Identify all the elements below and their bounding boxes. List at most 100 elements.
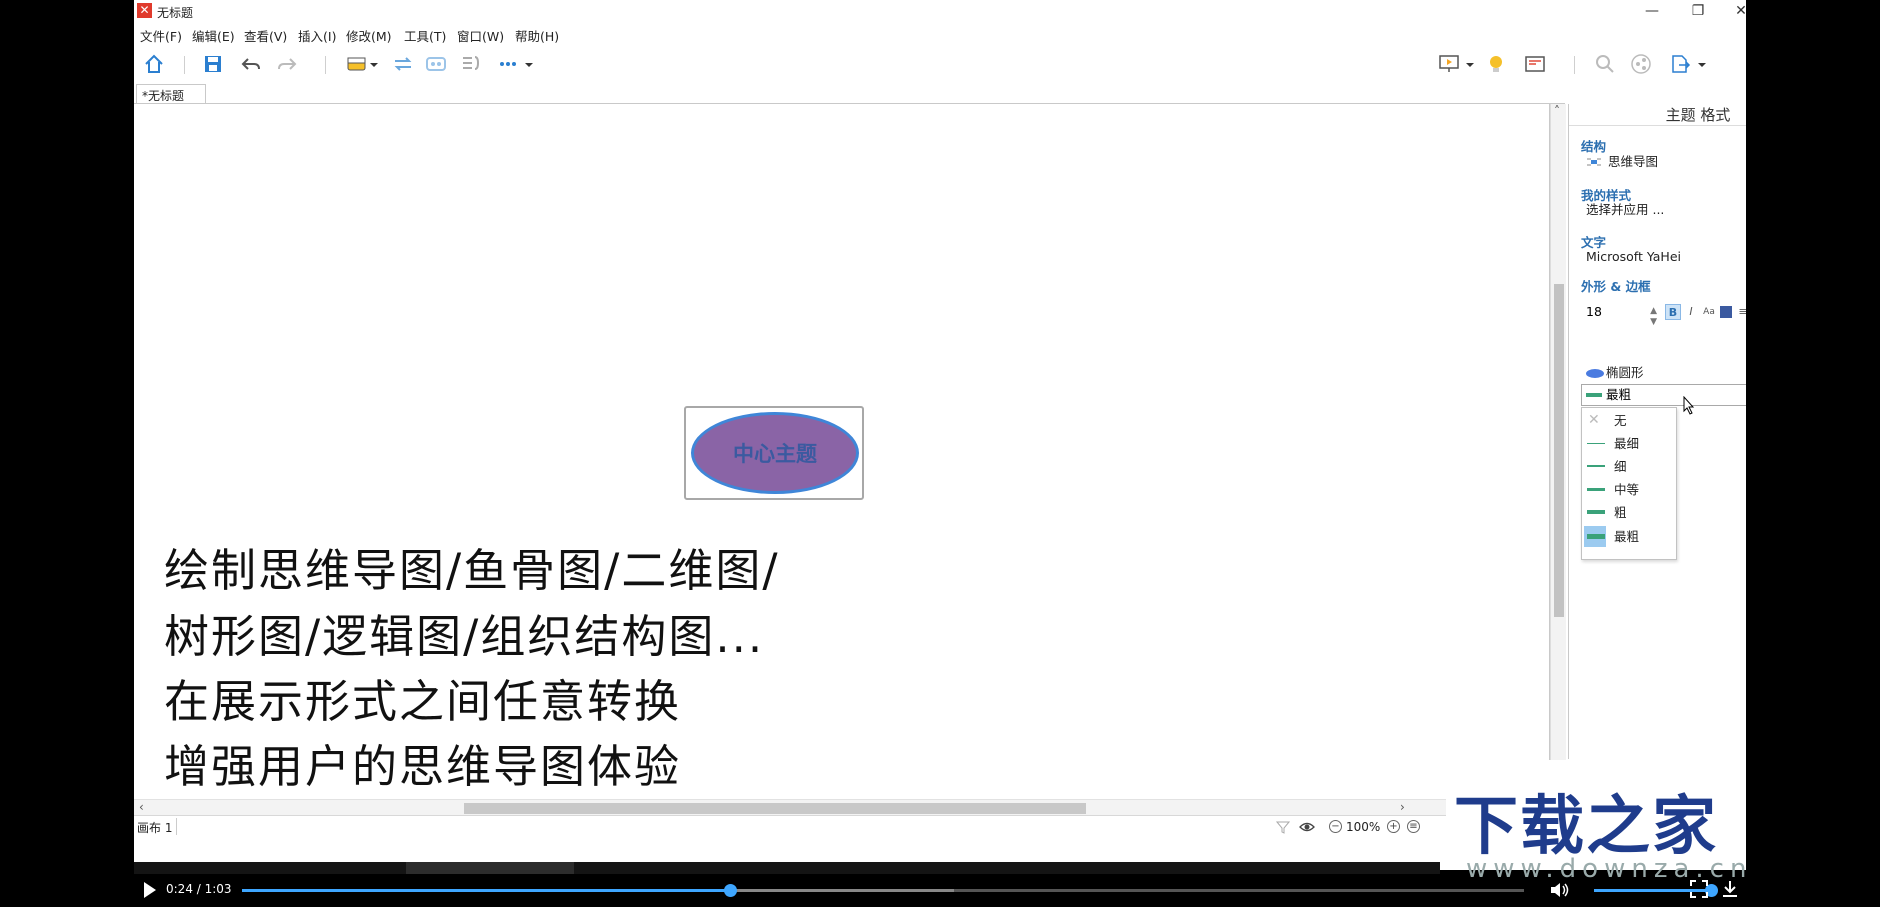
progress-bar[interactable] bbox=[242, 884, 1524, 897]
mystyle-value: 选择并应用 ... bbox=[1586, 202, 1665, 217]
outline-icon[interactable] bbox=[1524, 53, 1546, 75]
menu-insert[interactable]: 插入(I) bbox=[298, 26, 336, 45]
thick-line-icon bbox=[1586, 393, 1602, 397]
site-watermark: 下载之家 www.downza.cn bbox=[1446, 760, 1746, 884]
dropdown-option-thick[interactable]: 粗 bbox=[1582, 501, 1676, 524]
play-icon[interactable] bbox=[144, 882, 156, 898]
player-preview-highlight bbox=[406, 862, 574, 874]
italic-button[interactable]: I bbox=[1683, 304, 1699, 320]
mindmap-structure-icon bbox=[1587, 158, 1601, 166]
relationship-icon[interactable] bbox=[392, 53, 414, 75]
close-button[interactable]: ✕ bbox=[1718, 0, 1746, 23]
horizontal-scroll-thumb[interactable] bbox=[464, 803, 1086, 814]
progress-knob[interactable] bbox=[724, 884, 738, 897]
zoom-in-icon[interactable]: + bbox=[1387, 820, 1400, 833]
idea-icon[interactable] bbox=[1485, 53, 1507, 75]
share-icon[interactable] bbox=[1630, 53, 1652, 75]
mindmap-canvas[interactable]: 中心主题 绘制思维导图/鱼骨图/二维图/ 树形图/逻辑图/组织结构图... 在展… bbox=[134, 104, 1550, 799]
toolbar-separator bbox=[184, 56, 185, 74]
search-icon[interactable] bbox=[1594, 53, 1616, 75]
fullscreen-icon[interactable] bbox=[1690, 880, 1708, 898]
caption-line: 在展示形式之间任意转换 bbox=[164, 675, 682, 728]
vertical-scroll-thumb[interactable] bbox=[1554, 284, 1564, 617]
toolbar-separator bbox=[325, 56, 326, 74]
topic-icon[interactable] bbox=[346, 53, 368, 75]
toolbar-separator bbox=[1574, 56, 1575, 74]
vertical-scrollbar[interactable]: ˄ ˅ bbox=[1550, 104, 1566, 799]
shape-value: 椭圆形 bbox=[1606, 365, 1644, 380]
shape-select[interactable]: 椭圆形 ▲▼ bbox=[1581, 362, 1746, 384]
video-frame: ✕ 无标题 — ❐ ✕ 文件(F) 编辑(E) 查看(V) 插入(I) 修改(M… bbox=[0, 0, 1880, 907]
case-button[interactable]: Aa bbox=[1701, 304, 1717, 320]
option-label: 细 bbox=[1614, 459, 1627, 474]
caption-line: 绘制思维导图/鱼骨图/二维图/ bbox=[164, 544, 780, 597]
font-size-select[interactable]: 18 ▲ ▼ bbox=[1581, 302, 1661, 327]
ellipse-icon bbox=[1586, 369, 1604, 378]
line-sample bbox=[1587, 510, 1605, 514]
title-bar: ✕ 无标题 — ❐ ✕ bbox=[134, 0, 1746, 23]
dropdown-option-thickest[interactable]: 最粗 bbox=[1582, 525, 1676, 548]
scroll-right-icon[interactable]: › bbox=[1400, 800, 1405, 814]
chevron-down-icon[interactable] bbox=[368, 53, 380, 75]
app-window: ✕ 无标题 — ❐ ✕ 文件(F) 编辑(E) 查看(V) 插入(I) 修改(M… bbox=[134, 0, 1746, 870]
menu-help[interactable]: 帮助(H) bbox=[515, 26, 559, 45]
bold-button[interactable]: B bbox=[1665, 304, 1681, 320]
home-icon[interactable] bbox=[143, 53, 165, 75]
filter-icon[interactable] bbox=[1276, 820, 1290, 834]
dropdown-option-none[interactable]: ✕ 无 bbox=[1582, 409, 1676, 432]
dropdown-option-medium[interactable]: 中等 bbox=[1582, 478, 1676, 501]
dropdown-option-thinnest[interactable]: 最细 bbox=[1582, 432, 1676, 455]
undo-icon[interactable] bbox=[240, 53, 262, 75]
line-sample bbox=[1587, 534, 1605, 539]
text-color-swatch[interactable] bbox=[1720, 306, 1732, 318]
dropdown-option-thin[interactable]: 细 bbox=[1582, 455, 1676, 478]
option-label: 粗 bbox=[1614, 505, 1627, 520]
boundary-icon[interactable] bbox=[425, 53, 447, 75]
align-button[interactable]: ≡ bbox=[1735, 304, 1746, 320]
border-width-dropdown: ✕ 无 最细 细 中等 粗 最粗 bbox=[1581, 407, 1677, 560]
horizontal-scrollbar[interactable]: ‹ › bbox=[134, 799, 1566, 815]
font-size-value: 18 bbox=[1586, 304, 1602, 319]
document-tab[interactable]: *无标题 bbox=[136, 84, 206, 104]
font-family-select[interactable]: Microsoft YaHei ▲▼ bbox=[1581, 246, 1746, 268]
scroll-up-icon[interactable]: ˄ bbox=[1554, 104, 1560, 118]
time-label: 0:24 / 1:03 bbox=[166, 882, 232, 896]
save-icon[interactable] bbox=[202, 53, 224, 75]
central-topic-shape[interactable]: 中心主题 bbox=[691, 412, 859, 494]
scroll-left-icon[interactable]: ‹ bbox=[139, 800, 144, 814]
chevron-down-icon[interactable] bbox=[1464, 53, 1476, 75]
line-sample bbox=[1587, 443, 1605, 444]
option-label: 最细 bbox=[1614, 436, 1640, 451]
zoom-out-icon[interactable]: − bbox=[1329, 820, 1342, 833]
more-icon[interactable] bbox=[497, 53, 519, 75]
menu-edit[interactable]: 编辑(E) bbox=[192, 26, 235, 45]
volume-icon[interactable] bbox=[1550, 881, 1570, 899]
window-title: 无标题 bbox=[157, 6, 194, 20]
border-width-select[interactable]: 最粗 ▲▼ bbox=[1581, 384, 1746, 406]
fit-icon[interactable]: ≡ bbox=[1407, 820, 1420, 833]
panel-title: 主题 格式 bbox=[1569, 104, 1746, 126]
eye-icon[interactable] bbox=[1299, 820, 1315, 834]
sheet-tab[interactable]: 画布 1 bbox=[137, 819, 172, 836]
mystyle-select[interactable]: 选择并应用 ... ▲▼ bbox=[1581, 199, 1746, 221]
menu-file[interactable]: 文件(F) bbox=[140, 26, 182, 45]
summary-icon[interactable] bbox=[460, 53, 482, 75]
chevron-down-icon[interactable] bbox=[1696, 53, 1708, 75]
export-icon[interactable] bbox=[1669, 53, 1691, 75]
none-icon: ✕ bbox=[1588, 412, 1600, 428]
line-sample bbox=[1587, 488, 1605, 491]
restore-button[interactable]: ❐ bbox=[1675, 0, 1721, 23]
shape-heading: 外形 & 边框 bbox=[1581, 279, 1651, 294]
menu-tools[interactable]: 工具(T) bbox=[404, 26, 446, 45]
download-icon[interactable] bbox=[1722, 880, 1738, 898]
redo-icon[interactable] bbox=[276, 53, 298, 75]
chevron-down-icon[interactable] bbox=[523, 53, 535, 75]
presentation-icon[interactable] bbox=[1438, 53, 1460, 75]
minimize-button[interactable]: — bbox=[1629, 0, 1675, 23]
central-topic[interactable]: 中心主题 bbox=[684, 406, 864, 500]
menu-modify[interactable]: 修改(M) bbox=[346, 26, 392, 45]
structure-select[interactable]: 思维导图 ▲▼ bbox=[1581, 151, 1746, 173]
menu-window[interactable]: 窗口(W) bbox=[457, 26, 504, 45]
structure-value: 思维导图 bbox=[1608, 154, 1659, 169]
menu-view[interactable]: 查看(V) bbox=[244, 26, 287, 45]
